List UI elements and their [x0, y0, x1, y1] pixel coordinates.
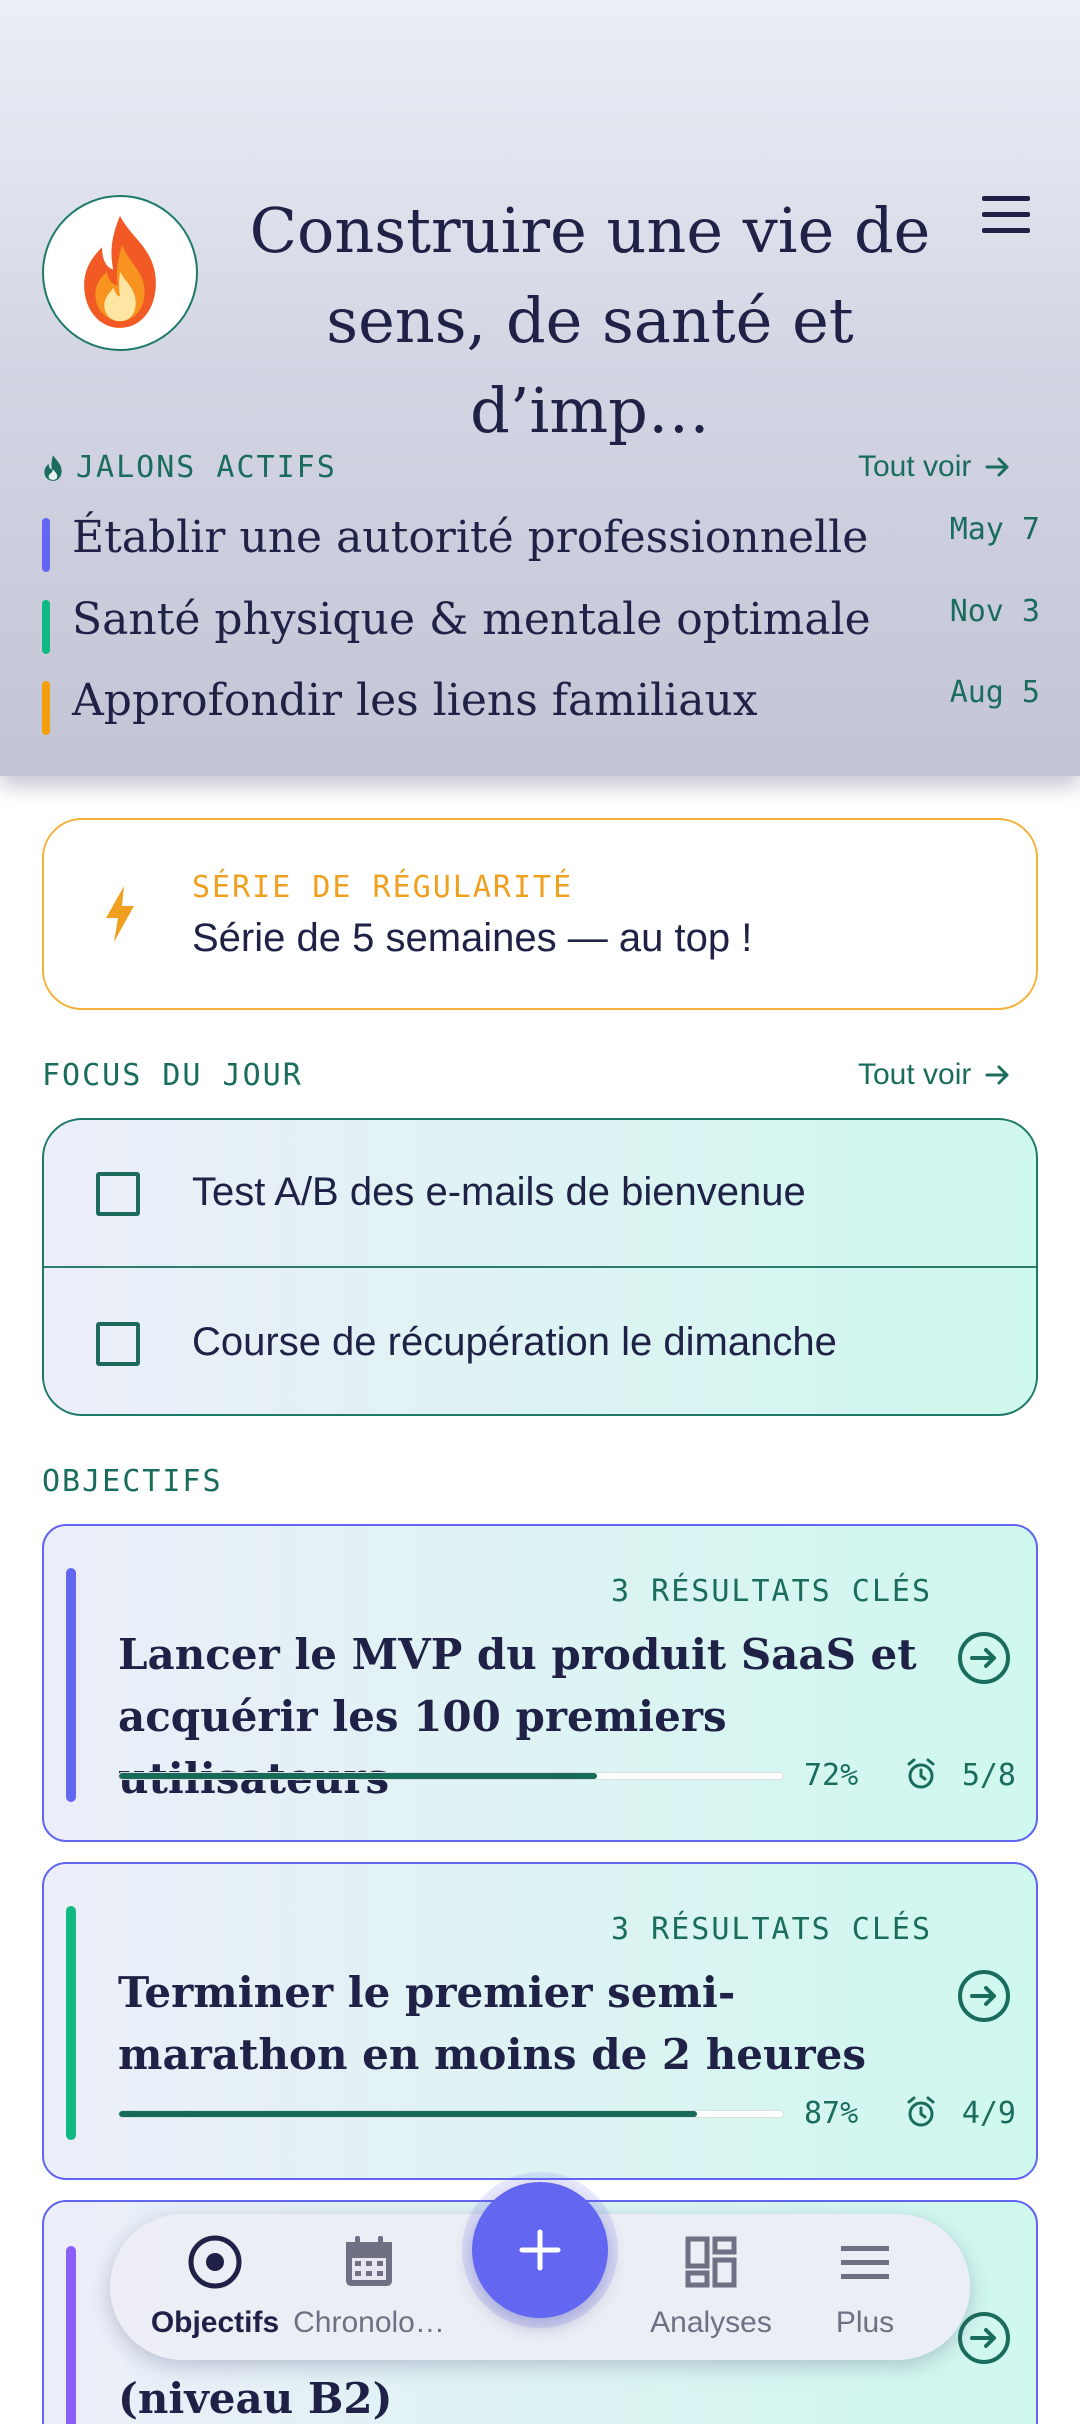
nav-item-chronologie[interactable]: Chronolo… — [288, 2214, 450, 2360]
dashboard-icon — [685, 2236, 737, 2288]
task-label: Test A/B des e-mails de bienvenue — [192, 1170, 806, 1214]
goal-accent-bar — [66, 2246, 76, 2424]
arrow-right-icon — [985, 457, 1009, 477]
nav-item-analyses[interactable]: Analyses — [630, 2214, 792, 2360]
milestones-section-label: JALONS ACTIFS — [42, 450, 337, 485]
avatar[interactable] — [42, 195, 198, 351]
alarm-clock-icon — [907, 1758, 935, 1789]
milestone-color-bar — [42, 518, 50, 572]
goals-section-label: OBJECTIFS — [42, 1464, 223, 1499]
goal-title: Terminer le premier semi-marathon en moi… — [118, 1968, 867, 2079]
target-icon — [188, 2235, 242, 2289]
goal-accent-bar — [66, 1568, 76, 1802]
nav-item-label: Analyses — [650, 2306, 772, 2339]
milestone-color-bar — [42, 600, 50, 654]
key-results-count: 3 RÉSULTATS CLÉS — [611, 1912, 932, 1947]
milestone-item[interactable]: Santé physique & mentale optimale Nov 3 — [42, 594, 1040, 654]
focus-see-all-link[interactable]: Tout voir — [858, 1058, 1011, 1092]
page-title: Construire une vie de sens, de santé et … — [249, 194, 931, 447]
milestone-color-bar — [42, 681, 50, 735]
arrow-circle-right-icon[interactable] — [956, 2310, 1012, 2366]
goal-accent-bar — [66, 1906, 76, 2140]
goal-progress-bar — [118, 1772, 784, 1780]
menu-icon — [841, 2246, 889, 2279]
nav-item-label: Chronolo… — [293, 2306, 445, 2339]
focus-task[interactable]: Test A/B des e-mails de bienvenue — [44, 1120, 1036, 1268]
milestone-item[interactable]: Établir une autorité professionnelle May… — [42, 512, 1040, 572]
nav-item-label: Plus — [835, 2306, 895, 2339]
goal-progress-percent: 87% — [804, 2096, 859, 2131]
goal-task-count: 4/9 — [961, 2096, 1016, 2131]
streak-label: SÉRIE DE RÉGULARITÉ — [192, 870, 574, 905]
task-label: Course de récupération le dimanche — [192, 1320, 837, 1364]
streak-text: Série de 5 semaines — au top ! — [192, 916, 753, 960]
arrow-right-icon — [985, 1065, 1009, 1085]
goal-progress-bar — [118, 2110, 784, 2118]
nav-item-objectifs[interactable]: Objectifs — [134, 2214, 296, 2360]
goal-task-count: 5/8 — [961, 1758, 1016, 1793]
task-checkbox[interactable] — [96, 1322, 140, 1366]
milestone-name: Approfondir les liens familiaux — [72, 675, 758, 726]
milestone-item[interactable]: Approfondir les liens familiaux Aug 5 — [42, 675, 1040, 735]
hamburger-menu-icon — [982, 196, 1030, 201]
calendar-icon — [346, 2236, 392, 2286]
goal-progress-fill — [119, 2111, 697, 2117]
goal-title: (niveau B2) — [118, 2374, 393, 2423]
arrow-circle-right-icon[interactable] — [956, 1630, 1012, 1686]
focus-section-label: FOCUS DU JOUR — [42, 1058, 303, 1093]
focus-task-list: Test A/B des e-mails de bienvenue Course… — [42, 1118, 1038, 1416]
milestone-date: Aug 5 — [949, 675, 1040, 710]
menu-button[interactable] — [978, 192, 1034, 240]
goal-progress-percent: 72% — [804, 1758, 859, 1793]
goal-progress-fill — [119, 1773, 598, 1779]
lightning-bolt-icon — [106, 886, 134, 942]
fire-emoji-icon — [84, 215, 156, 328]
milestones-see-all-link[interactable]: Tout voir — [858, 450, 1011, 484]
goal-card[interactable]: 3 RÉSULTATS CLÉS Terminer le premier sem… — [42, 1862, 1038, 2180]
focus-task[interactable]: Course de récupération le dimanche — [44, 1270, 1036, 1414]
milestone-name: Santé physique & mentale optimale — [72, 594, 871, 645]
goal-card[interactable]: 3 RÉSULTATS CLÉS Lancer le MVP du produi… — [42, 1524, 1038, 1842]
nav-item-label: Objectifs — [150, 2306, 280, 2339]
header: Construire une vie de sens, de santé et … — [0, 0, 1080, 776]
add-button[interactable] — [472, 2182, 608, 2318]
milestone-name: Établir une autorité professionnelle — [72, 512, 869, 563]
plus-icon — [519, 2229, 561, 2271]
nav-item-plus[interactable]: Plus — [794, 2214, 936, 2360]
flame-icon — [44, 454, 62, 481]
alarm-clock-icon — [907, 2096, 935, 2127]
milestone-date: May 7 — [949, 512, 1040, 547]
arrow-circle-right-icon[interactable] — [956, 1968, 1012, 2024]
milestone-date: Nov 3 — [949, 594, 1040, 629]
task-checkbox[interactable] — [96, 1172, 140, 1216]
key-results-count: 3 RÉSULTATS CLÉS — [611, 1574, 932, 1609]
streak-card[interactable]: SÉRIE DE RÉGULARITÉ Série de 5 semaines … — [42, 818, 1038, 1010]
